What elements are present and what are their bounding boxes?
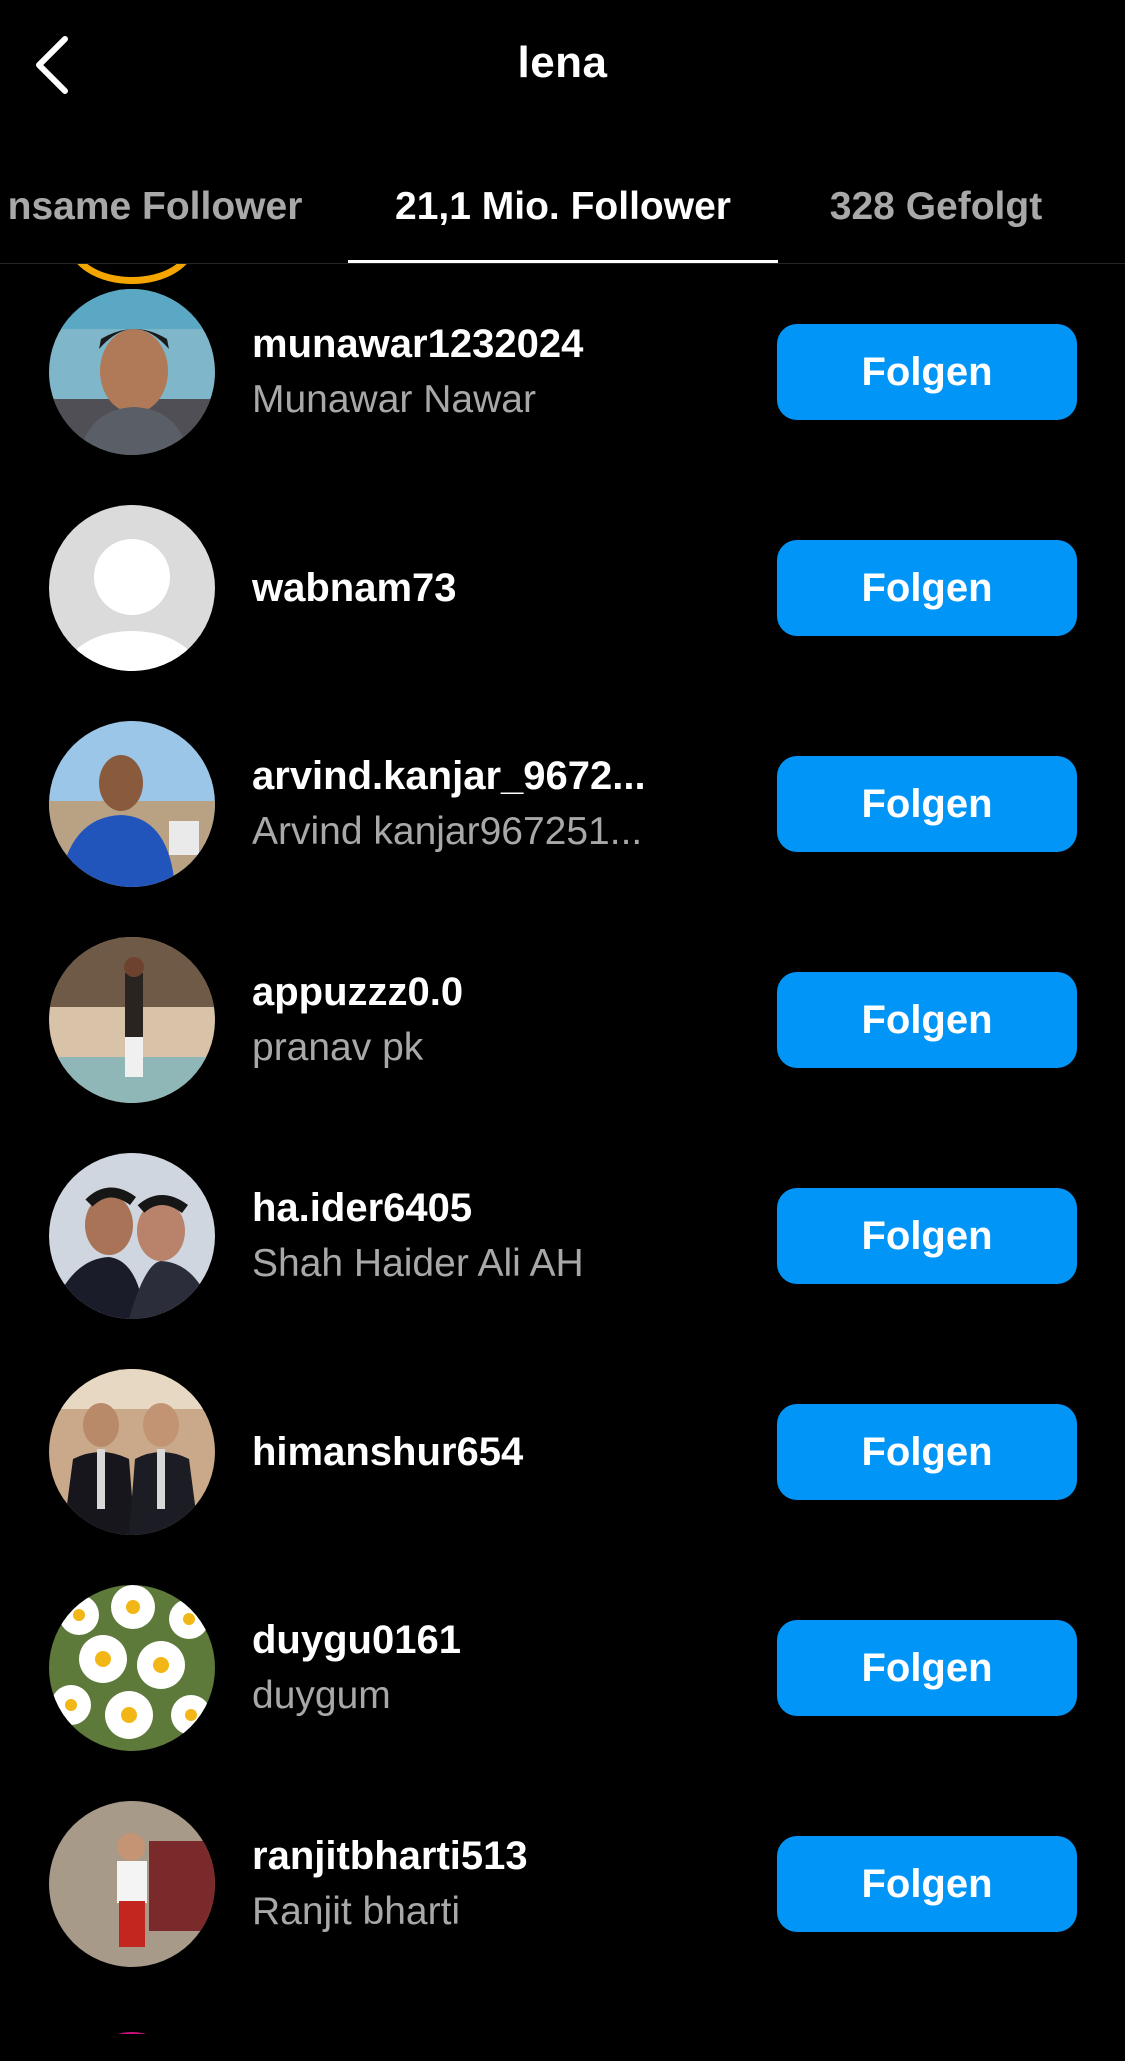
default-avatar-icon: [49, 505, 215, 671]
username: ranjitbharti513: [252, 1834, 528, 1878]
username: wabnam73: [252, 566, 457, 610]
list-item: himanshur654 Folgen: [0, 1344, 1125, 1560]
follower-names[interactable]: duygu0161 duygum: [252, 1560, 712, 1776]
tab-followers[interactable]: 21,1 Mio. Follower: [348, 150, 778, 263]
username: appuzzz0.0: [252, 970, 464, 1014]
tab-mutual-followers[interactable]: nsame Follower: [0, 150, 320, 263]
avatar[interactable]: [49, 1369, 215, 1535]
username: ha.ider6405: [252, 1186, 473, 1230]
full-name: Ranjit bharti: [252, 1890, 461, 1933]
full-name: Arvind kanjar967251...: [252, 810, 643, 853]
follow-button[interactable]: Folgen: [777, 1836, 1077, 1932]
username: himanshur654: [252, 1430, 524, 1474]
full-name: duygum: [252, 1674, 391, 1717]
page-title: lena: [517, 38, 608, 87]
list-item: ha.ider6405 Shah Haider Ali AH Folgen: [0, 1128, 1125, 1344]
follow-button[interactable]: Folgen: [777, 1188, 1077, 1284]
full-name: Munawar Nawar: [252, 378, 536, 421]
follower-names[interactable]: ha.ider6405 Shah Haider Ali AH: [252, 1128, 712, 1344]
avatar[interactable]: [49, 505, 215, 671]
follower-names[interactable]: wabnam73: [252, 480, 712, 696]
avatar[interactable]: [49, 1153, 215, 1319]
avatar[interactable]: [49, 937, 215, 1103]
list-item: munawar1232024 Munawar Nawar Folgen: [0, 264, 1125, 480]
follow-button[interactable]: Folgen: [777, 1620, 1077, 1716]
avatar[interactable]: [49, 1585, 215, 1751]
follow-button[interactable]: Folgen: [777, 324, 1077, 420]
follow-button[interactable]: Folgen: [777, 972, 1077, 1068]
follower-names[interactable]: appuzzz0.0 pranav pk: [252, 912, 712, 1128]
username: arvind.kanjar_9672...: [252, 754, 646, 798]
list-item: duygu0161 duygum Folgen: [0, 1560, 1125, 1776]
follow-button[interactable]: Folgen: [777, 540, 1077, 636]
follow-button[interactable]: Folgen: [777, 756, 1077, 852]
avatar[interactable]: [49, 1801, 215, 1967]
list-item: ranjitbharti513 Ranjit bharti Folgen: [0, 1776, 1125, 1992]
avatar[interactable]: [49, 721, 215, 887]
avatar[interactable]: [49, 289, 215, 455]
follower-names[interactable]: ranjitbharti513 Ranjit bharti: [252, 1776, 712, 1992]
list-item: wabnam73 Folgen: [0, 480, 1125, 696]
list-item: arvind.kanjar_9672... Arvind kanjar96725…: [0, 696, 1125, 912]
follower-names[interactable]: arvind.kanjar_9672... Arvind kanjar96725…: [252, 696, 712, 912]
partial-avatar: [100, 2032, 164, 2034]
follow-button[interactable]: Folgen: [777, 1404, 1077, 1500]
list-item: appuzzz0.0 pranav pk Folgen: [0, 912, 1125, 1128]
full-name: Shah Haider Ali AH: [252, 1242, 584, 1285]
follower-names[interactable]: himanshur654: [252, 1344, 712, 1560]
username: duygu0161: [252, 1618, 461, 1662]
follower-names[interactable]: munawar1232024 Munawar Nawar: [252, 264, 712, 480]
follower-list[interactable]: munawar1232024 Munawar Nawar Folgen wabn…: [0, 264, 1125, 2034]
tab-following[interactable]: 328 Gefolgt: [800, 150, 1072, 263]
top-bar: lena: [0, 0, 1125, 135]
follower-tabs: nsame Follower 21,1 Mio. Follower 328 Ge…: [0, 150, 1125, 264]
username: munawar1232024: [252, 322, 584, 366]
full-name: pranav pk: [252, 1026, 424, 1069]
flowers-photo: [49, 1585, 215, 1751]
